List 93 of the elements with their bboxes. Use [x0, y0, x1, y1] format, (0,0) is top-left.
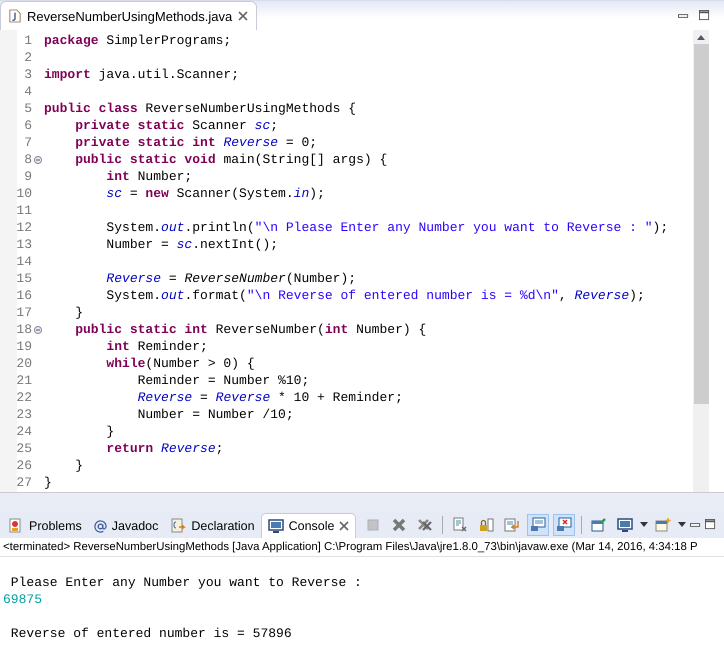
code-line: Reverse = Reverse * 10 + Reminder; [136, 390, 403, 405]
code-line: return Reverse; [105, 441, 224, 456]
line-number: 18 [15, 322, 32, 337]
code-line: } [74, 458, 84, 473]
monitor-icon [268, 518, 284, 534]
monitor-icon [617, 516, 633, 532]
line-number: 16 [15, 288, 32, 303]
line-number: 11 [15, 203, 32, 218]
close-icon[interactable] [339, 521, 350, 531]
console-output-text: Please Enter any Number you want to Reverse : [10, 574, 363, 591]
code-line: public static void main(String[] args) { [74, 152, 388, 167]
panel-tab[interactable]: Declaration [164, 514, 261, 538]
line-number: 13 [15, 237, 32, 252]
code-line: Number = Number /10; [136, 407, 294, 422]
line-number: 17 [15, 305, 32, 320]
stop-icon [365, 516, 381, 532]
line-number: 19 [15, 339, 32, 354]
line-number: 14 [15, 254, 32, 269]
panel-tab-label: Javadoc [112, 519, 158, 533]
maximize-icon[interactable] [699, 10, 710, 21]
line-number: 6 [23, 118, 32, 133]
monitor-document-icon [530, 516, 546, 532]
stderr-button[interactable] [553, 514, 575, 536]
code-line: import java.util.Scanner; [44, 67, 240, 82]
line-number: 27 [15, 475, 32, 490]
line-number: 23 [15, 407, 32, 422]
code-line: System.out.format("\n Reverse of entered number is = %d\n", Reverse); [105, 288, 645, 303]
code-line: System.out.println("\n Please Enter any Number you want to Reverse : "); [105, 220, 668, 235]
panel-tab-label: Problems [29, 519, 82, 533]
java-file-icon [9, 9, 21, 23]
maximize-icon[interactable] [705, 519, 716, 530]
line-number: 5 [23, 101, 32, 116]
code-line: Reminder = Number %10; [136, 373, 310, 388]
code-line: Number = sc.nextInt(); [105, 237, 278, 252]
monitor-error-icon [556, 516, 572, 532]
lock-icon [478, 516, 494, 532]
panel-tab[interactable]: Problems [2, 514, 88, 538]
at-sign-icon [94, 520, 107, 532]
code-line: } [105, 424, 114, 439]
code-line: package SimplerPrograms; [44, 33, 232, 48]
console-input-text: 69875 [3, 591, 44, 608]
line-number: 24 [15, 424, 32, 439]
console-output-text: Reverse of entered number is = 57896 [10, 625, 293, 642]
declaration-icon [170, 518, 186, 534]
fold-icon[interactable] [34, 156, 42, 164]
editor-tab[interactable]: ReverseNumberUsingMethods.java [0, 1, 258, 30]
panel-tab-label: Declaration [191, 519, 255, 533]
panel-tab[interactable]: Javadoc [88, 514, 164, 538]
line-number: 9 [23, 169, 32, 184]
line-number: 2 [23, 50, 32, 65]
code-line: } [74, 305, 84, 320]
line-number: 26 [15, 458, 32, 473]
line-number: 4 [23, 84, 32, 99]
code-line: public static int ReverseNumber(int Number) { [74, 322, 426, 337]
line-number: 12 [15, 220, 32, 235]
minimize-icon[interactable] [678, 14, 689, 18]
close-icon[interactable] [238, 11, 248, 21]
line-number: 22 [15, 390, 32, 405]
code-line: } [44, 475, 52, 490]
new-window-icon [655, 516, 671, 532]
scroll-up-icon[interactable] [697, 34, 705, 40]
fold-icon[interactable] [34, 326, 42, 334]
line-number: 21 [15, 373, 32, 388]
document-x-icon [452, 516, 468, 532]
code-line: int Number; [105, 169, 192, 184]
line-number: 15 [15, 271, 32, 286]
scrollbar[interactable] [693, 30, 709, 492]
double-x-icon [417, 516, 433, 532]
stdout-button[interactable] [527, 514, 549, 536]
line-number: 25 [15, 441, 32, 456]
panel-tab[interactable]: Console [260, 513, 356, 538]
editor-tab-title: ReverseNumberUsingMethods.java [27, 8, 232, 24]
code-line: Reverse = ReverseNumber(Number); [105, 271, 356, 286]
caret-icon[interactable] [640, 522, 648, 527]
pin-icon [591, 516, 607, 532]
console-header: <terminated> ReverseNumberUsingMethods [Java Application] C:\Program Files\Java\jre1.8.0_73\bin\javaw.exe (Mar 14, 2016, 4:34:18 P [0, 538, 724, 557]
line-number: 10 [15, 186, 32, 201]
code-line: int Reminder; [105, 339, 208, 354]
line-number: 1 [23, 33, 32, 48]
code-line: while(Number > 0) { [105, 356, 255, 371]
minimize-icon[interactable] [690, 522, 701, 526]
code-line: private static Scanner sc; [74, 118, 278, 133]
x-icon [391, 516, 407, 532]
document-arrow-icon [504, 516, 520, 532]
code-line: private static int Reverse = 0; [74, 135, 318, 150]
line-number: 8 [23, 152, 32, 167]
line-number: 3 [23, 67, 32, 82]
line-number: 20 [15, 356, 32, 371]
line-number: 7 [23, 135, 32, 150]
code-line: sc = new Scanner(System.in); [105, 186, 325, 201]
code-line: public class ReverseNumberUsingMethods { [44, 101, 356, 116]
caret-icon[interactable] [678, 522, 686, 527]
panel-tab-label: Console [288, 519, 334, 533]
